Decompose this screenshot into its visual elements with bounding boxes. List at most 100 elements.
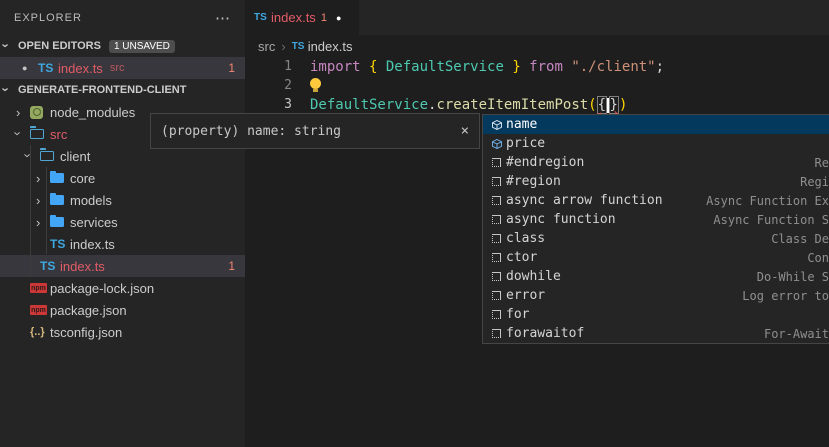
tree-item-core[interactable]: core (0, 167, 245, 189)
folder-icon (50, 173, 70, 183)
tree-item-package-json[interactable]: package.json (0, 299, 245, 321)
folder-icon (50, 195, 70, 205)
snippet-icon (487, 158, 506, 167)
tree-item-src-index-ts[interactable]: index.ts 1 (0, 255, 245, 277)
intellisense-suggest-widget: name price #endregion Re #region Regi as… (482, 114, 829, 344)
tree-item-label: services (70, 215, 118, 230)
suggest-item-class[interactable]: class Class De (483, 229, 829, 248)
code-line-3: 3 DefaultService.createItemItemPost({}) (245, 95, 829, 114)
breadcrumb-file[interactable]: index.ts (308, 39, 353, 54)
open-editors-section-header[interactable]: OPEN EDITORS 1 UNSAVED (0, 35, 245, 57)
tab-bar: index.ts 1 ● (245, 0, 829, 35)
chevron-down-icon[interactable] (16, 127, 30, 142)
tab-problems-badge: 1 (321, 12, 327, 24)
keyword-from: from (521, 59, 572, 75)
indent-guide (46, 167, 47, 254)
chevron-right-icon[interactable] (16, 105, 30, 120)
open-editor-item-index-ts[interactable]: ● index.ts src 1 (0, 57, 245, 79)
open-editors-label: OPEN EDITORS (18, 40, 101, 52)
suggest-label: price (506, 136, 545, 151)
breadcrumb: src › index.ts (245, 35, 829, 57)
workspace-section-header[interactable]: GENERATE-FRONTEND-CLIENT (0, 79, 245, 101)
suggest-label: async arrow function (506, 193, 663, 208)
tree-item-services[interactable]: services (0, 211, 245, 233)
code-line-1: 1 import { DefaultService } from "./clie… (245, 57, 829, 76)
suggest-item-for[interactable]: for (483, 305, 829, 324)
tree-item-label: models (70, 193, 112, 208)
tree-item-models[interactable]: models (0, 189, 245, 211)
field-icon (487, 119, 506, 131)
suggest-label: for (506, 307, 529, 322)
open-editor-filename: index.ts (58, 61, 103, 76)
lightbulb-icon[interactable] (310, 78, 321, 89)
breadcrumb-separator-icon: › (281, 39, 285, 54)
typescript-file-icon (292, 41, 308, 52)
tree-item-label: index.ts (60, 259, 105, 274)
tree-item-client-index-ts[interactable]: index.ts (0, 233, 245, 255)
suggest-label: dowhile (506, 269, 561, 284)
json-braces-icon (30, 326, 50, 338)
more-actions-icon[interactable]: ⋯ (215, 9, 231, 27)
keyword-import: import (310, 59, 369, 75)
chevron-right-icon[interactable] (36, 171, 50, 186)
suggest-item-endregion[interactable]: #endregion Re (483, 153, 829, 172)
tree-item-label: index.ts (70, 237, 115, 252)
explorer-header: EXPLORER ⋯ (0, 0, 245, 35)
problems-count-badge: 1 (228, 259, 235, 273)
suggest-label: ctor (506, 250, 537, 265)
close-paren: ) (619, 97, 627, 113)
suggest-detail: Con (807, 251, 829, 265)
suggest-item-async-function[interactable]: async function Async Function S (483, 210, 829, 229)
tree-item-label: node_modules (50, 105, 135, 120)
chevron-right-icon[interactable] (36, 215, 50, 230)
tooltip-text: (property) name: string (161, 124, 341, 139)
tab-dirty-dot-icon[interactable]: ● (336, 13, 341, 23)
indent-guide (30, 145, 31, 276)
chevron-down-icon[interactable] (4, 39, 18, 54)
suggest-detail: Do-While S (757, 270, 829, 284)
tab-title: index.ts (271, 10, 316, 25)
imported-symbol: DefaultService (377, 59, 512, 75)
modified-dot-icon[interactable]: ● (22, 63, 38, 73)
suggest-item-price[interactable]: price (483, 134, 829, 153)
open-folder-icon (40, 151, 60, 161)
breadcrumb-folder[interactable]: src (258, 39, 275, 54)
typescript-file-icon (40, 259, 60, 273)
snippet-icon (487, 234, 506, 243)
tree-item-tsconfig-json[interactable]: tsconfig.json (0, 321, 245, 343)
suggest-label: forawaitof (506, 326, 584, 341)
explorer-title: EXPLORER (14, 12, 82, 24)
close-icon[interactable]: × (461, 123, 469, 139)
method-name: createItemItemPost (436, 97, 588, 113)
suggest-label: async function (506, 212, 616, 227)
suggest-item-name[interactable]: name (483, 115, 829, 134)
snippet-icon (487, 196, 506, 205)
close-brace: } (512, 59, 520, 75)
vscode-window: EXPLORER ⋯ OPEN EDITORS 1 UNSAVED ● inde… (0, 0, 829, 447)
unsaved-badge: 1 UNSAVED (109, 40, 175, 53)
code-editor[interactable]: 1 import { DefaultService } from "./clie… (245, 57, 829, 114)
snippet-icon (487, 177, 506, 186)
chevron-right-icon[interactable] (36, 193, 50, 208)
chevron-down-icon[interactable] (26, 149, 40, 164)
suggest-detail: Class De (771, 232, 829, 246)
typescript-file-icon (38, 61, 58, 75)
snippet-icon (487, 272, 506, 281)
line-number: 2 (245, 78, 292, 93)
tree-item-package-lock-json[interactable]: package-lock.json (0, 277, 245, 299)
suggest-item-ctor[interactable]: ctor Con (483, 248, 829, 267)
suggest-item-error[interactable]: error Log error to (483, 286, 829, 305)
snippet-icon (487, 253, 506, 262)
open-paren: ( (588, 97, 596, 113)
matched-open-brace: { (597, 96, 607, 114)
suggest-item-region[interactable]: #region Regi (483, 172, 829, 191)
tab-index-ts[interactable]: index.ts 1 ● (245, 0, 359, 35)
suggest-item-forawaitof[interactable]: forawaitof For-Await (483, 324, 829, 343)
chevron-down-icon[interactable] (4, 83, 18, 98)
suggest-detail: For-Await (764, 327, 829, 341)
npm-icon (30, 283, 50, 293)
tree-item-label: package-lock.json (50, 281, 154, 296)
suggest-item-dowhile[interactable]: dowhile Do-While S (483, 267, 829, 286)
matched-close-brace: } (609, 96, 619, 114)
suggest-item-async-arrow-function[interactable]: async arrow function Async Function Ex (483, 191, 829, 210)
